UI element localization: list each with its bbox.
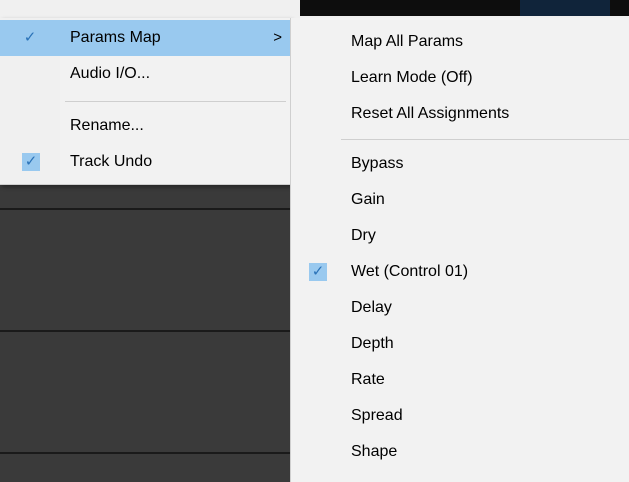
submenu-item-delay[interactable]: Delay <box>291 290 629 326</box>
submenu-item-label: Gain <box>351 191 385 208</box>
submenu-item-label: Dry <box>351 227 376 244</box>
submenu-item-label: Bypass <box>351 155 404 172</box>
menu-item-track-undo[interactable]: ✓ Track Undo <box>0 144 290 180</box>
submenu-item-spread[interactable]: Spread <box>291 398 629 434</box>
submenu-item-label: Depth <box>351 335 394 352</box>
params-map-submenu: Map All Params Learn Mode (Off) Reset Al… <box>290 18 629 482</box>
host-track-divider <box>0 208 300 210</box>
submenu-item-bypass[interactable]: Bypass <box>291 146 629 182</box>
menu-item-audio-io[interactable]: Audio I/O... <box>0 56 290 92</box>
submenu-item-label: Wet (Control 01) <box>351 263 469 280</box>
checkmark-box: ✓ <box>309 263 327 281</box>
submenu-item-label: Learn Mode (Off) <box>351 69 473 86</box>
submenu-item-rate[interactable]: Rate <box>291 362 629 398</box>
checkmark-icon: ✓ <box>23 29 37 46</box>
host-track-divider <box>0 330 300 332</box>
submenu-arrow-icon: > <box>273 29 282 46</box>
submenu-separator <box>341 139 629 140</box>
submenu-item-label: Map All Params <box>351 33 464 50</box>
submenu-item-dry[interactable]: Dry <box>291 218 629 254</box>
host-blue-strip <box>520 0 610 16</box>
menu-item-label: Track Undo <box>70 153 153 170</box>
submenu-item-depth[interactable]: Depth <box>291 326 629 362</box>
checkmark-box: ✓ <box>22 153 40 171</box>
submenu-item-label: Rate <box>351 371 385 388</box>
submenu-item-map-all-params[interactable]: Map All Params <box>291 24 629 60</box>
submenu-item-label: Spread <box>351 407 403 424</box>
submenu-item-reset-all-assignments[interactable]: Reset All Assignments <box>291 96 629 132</box>
submenu-item-shape[interactable]: Shape <box>291 434 629 470</box>
host-track-divider <box>0 452 300 454</box>
submenu-item-wet[interactable]: ✓ Wet (Control 01) <box>291 254 629 290</box>
menu-item-rename[interactable]: Rename... <box>0 108 290 144</box>
submenu-item-label: Delay <box>351 299 392 316</box>
menu-item-label: Audio I/O... <box>70 65 151 82</box>
menu-separator <box>65 101 286 102</box>
host-top-strip <box>0 0 629 18</box>
host-track-area <box>0 185 300 482</box>
checkmark-icon: ✓ <box>24 153 38 170</box>
menu-item-params-map[interactable]: ✓ Params Map > <box>0 20 290 56</box>
submenu-item-learn-mode[interactable]: Learn Mode (Off) <box>291 60 629 96</box>
submenu-item-label: Reset All Assignments <box>351 105 510 122</box>
menu-item-label: Params Map <box>70 29 161 46</box>
context-menu: ✓ Params Map > Audio I/O... Rename... ✓ … <box>0 18 291 185</box>
submenu-item-gain[interactable]: Gain <box>291 182 629 218</box>
submenu-item-label: Shape <box>351 443 398 460</box>
checkmark-icon: ✓ <box>311 263 325 280</box>
menu-item-label: Rename... <box>70 117 144 134</box>
